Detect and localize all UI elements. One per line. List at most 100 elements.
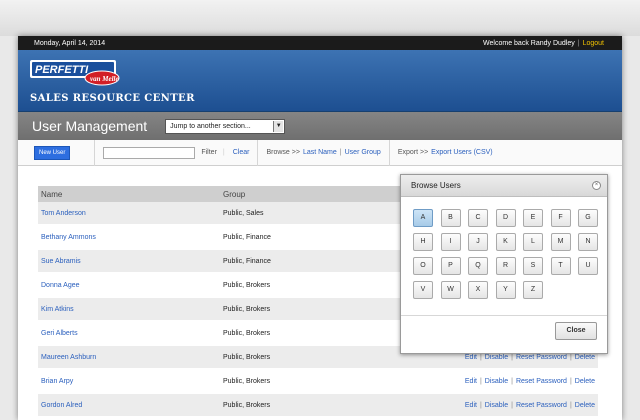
letter-key-f[interactable]: F: [550, 209, 571, 227]
disable-link[interactable]: Disable: [485, 402, 508, 409]
action-separator: |: [511, 353, 513, 361]
topbar-separator: |: [577, 39, 580, 47]
action-separator: |: [569, 353, 572, 361]
logout-link[interactable]: Logout: [583, 40, 604, 47]
letter-key-h[interactable]: H: [413, 233, 433, 251]
dialog-title: Browse Users: [411, 181, 461, 190]
disable-link[interactable]: Disable: [485, 354, 508, 361]
filter-input[interactable]: [103, 146, 196, 159]
letter-key-j[interactable]: J: [468, 233, 488, 251]
reset-password-link[interactable]: Reset Password: [516, 402, 567, 409]
svg-text:van Melle: van Melle: [90, 75, 119, 83]
letter-key-l[interactable]: L: [523, 233, 543, 251]
letter-key-t[interactable]: T: [550, 257, 571, 275]
edit-link[interactable]: Edit: [465, 402, 477, 409]
reset-password-link[interactable]: Reset Password: [516, 354, 567, 361]
welcome-text: Welcome back Randy Dudley: [483, 39, 575, 47]
action-separator: |: [511, 401, 513, 409]
letter-key-c[interactable]: C: [468, 209, 488, 227]
user-name-link[interactable]: Gordon Alred: [38, 402, 223, 409]
letter-key-e[interactable]: E: [523, 209, 543, 227]
action-separator: |: [479, 353, 482, 361]
letter-key-b[interactable]: B: [440, 209, 461, 227]
current-date: Monday, April 14, 2014: [34, 39, 106, 47]
table-row: Brian Arpy Public, Brokers Edit | Disable | Re…: [38, 370, 598, 394]
letter-key-k[interactable]: K: [495, 233, 516, 251]
letter-key-z[interactable]: Z: [523, 281, 543, 299]
letter-key-g[interactable]: G: [578, 209, 598, 227]
chevron-down-icon[interactable]: ▼: [273, 120, 284, 132]
screenshot-frame-top: [0, 0, 640, 36]
brand-header: PERFETTI van Melle SALES RESOURCE CENTER: [18, 50, 622, 112]
filter-label: Filter: [201, 149, 217, 156]
column-header-name[interactable]: Name: [38, 190, 223, 199]
table-row: Gordon Alred Public, Brokers Edit | Disable |…: [38, 394, 598, 418]
close-icon[interactable]: ×: [592, 181, 601, 190]
user-name-link[interactable]: Tom Anderson: [38, 210, 223, 217]
letter-key-s[interactable]: S: [523, 257, 543, 275]
user-name-link[interactable]: Brian Arpy: [38, 378, 223, 385]
user-group-cell: Public, Brokers: [223, 353, 271, 361]
user-group-cell: Public, Brokers: [223, 377, 271, 385]
letter-key-n[interactable]: N: [578, 233, 598, 251]
perfetti-logo: PERFETTI van Melle: [30, 60, 120, 86]
edit-link[interactable]: Edit: [465, 354, 477, 361]
title-bar: User Management Jump to another section.…: [18, 112, 622, 140]
action-separator: |: [569, 377, 572, 385]
action-separator: |: [479, 401, 482, 409]
delete-link[interactable]: Delete: [575, 354, 595, 361]
toolbar-separator: |: [339, 149, 342, 156]
browse-user-group-link[interactable]: User Group: [345, 149, 381, 156]
app-window: Monday, April 14, 2014 Welcome back Rand…: [18, 36, 622, 420]
letter-key-i[interactable]: I: [440, 233, 461, 251]
user-name-link[interactable]: Maureen Ashburn: [38, 354, 223, 361]
user-name-link[interactable]: Kim Atkins: [38, 306, 223, 313]
clear-filter-link[interactable]: Clear: [233, 149, 250, 156]
close-button[interactable]: Close: [555, 322, 597, 340]
toolbar-divider: [94, 139, 96, 166]
toolbar: New User Filter | Clear Browse >> Last N…: [18, 139, 622, 166]
section-jump-value: Jump to another section...: [170, 122, 251, 130]
letter-key-m[interactable]: M: [550, 233, 571, 251]
row-actions: Edit | Disable | Reset Password | Delete: [443, 354, 598, 361]
letter-key-w[interactable]: W: [440, 281, 461, 299]
user-name-link[interactable]: Donna Agee: [38, 282, 223, 289]
letter-key-v[interactable]: V: [413, 281, 433, 299]
svg-text:PERFETTI: PERFETTI: [35, 64, 89, 76]
letter-key-x[interactable]: X: [468, 281, 488, 299]
delete-link[interactable]: Delete: [575, 402, 595, 409]
letter-key-o[interactable]: O: [413, 257, 433, 275]
user-group-cell: Public, Brokers: [223, 401, 271, 409]
reset-password-link[interactable]: Reset Password: [516, 378, 567, 385]
toolbar-separator: |: [222, 149, 225, 156]
row-actions: Edit | Disable | Reset Password | Delete: [443, 402, 598, 409]
browse-users-dialog: Browse Users × ABCDEFG HIJKLMN OPQRSTU VWXY…: [400, 174, 608, 354]
letter-key-d[interactable]: D: [495, 209, 516, 227]
edit-link[interactable]: Edit: [465, 378, 477, 385]
new-user-button[interactable]: New User: [34, 145, 71, 160]
letter-key-r[interactable]: R: [495, 257, 516, 275]
disable-link[interactable]: Disable: [485, 378, 508, 385]
letter-key-a[interactable]: A: [413, 209, 433, 227]
action-separator: |: [569, 401, 572, 409]
export-label: Export >>: [397, 149, 429, 156]
toolbar-divider: [388, 139, 390, 166]
user-name-link[interactable]: Geri Alberts: [38, 330, 223, 337]
dialog-header: Browse Users ×: [401, 175, 607, 197]
row-actions: Edit | Disable | Reset Password | Delete: [443, 378, 598, 385]
letter-key-q[interactable]: Q: [468, 257, 488, 275]
browse-label: Browse >>: [266, 149, 300, 156]
user-name-link[interactable]: Sue Abramis: [38, 258, 223, 265]
user-name-link[interactable]: Bethany Ammons: [38, 234, 223, 241]
letter-key-u[interactable]: U: [578, 257, 598, 275]
delete-link[interactable]: Delete: [575, 378, 595, 385]
site-title: SALES RESOURCE CENTER: [30, 93, 195, 104]
section-jump-select[interactable]: Jump to another section... ▼: [165, 118, 286, 134]
export-users-link[interactable]: Export Users (CSV): [431, 149, 492, 156]
browse-last-name-link[interactable]: Last Name: [303, 149, 337, 156]
top-bar: Monday, April 14, 2014 Welcome back Rand…: [18, 36, 622, 50]
letter-key-y[interactable]: Y: [495, 281, 516, 299]
action-separator: |: [511, 377, 513, 385]
toolbar-divider: [257, 139, 259, 166]
letter-key-p[interactable]: P: [440, 257, 461, 275]
